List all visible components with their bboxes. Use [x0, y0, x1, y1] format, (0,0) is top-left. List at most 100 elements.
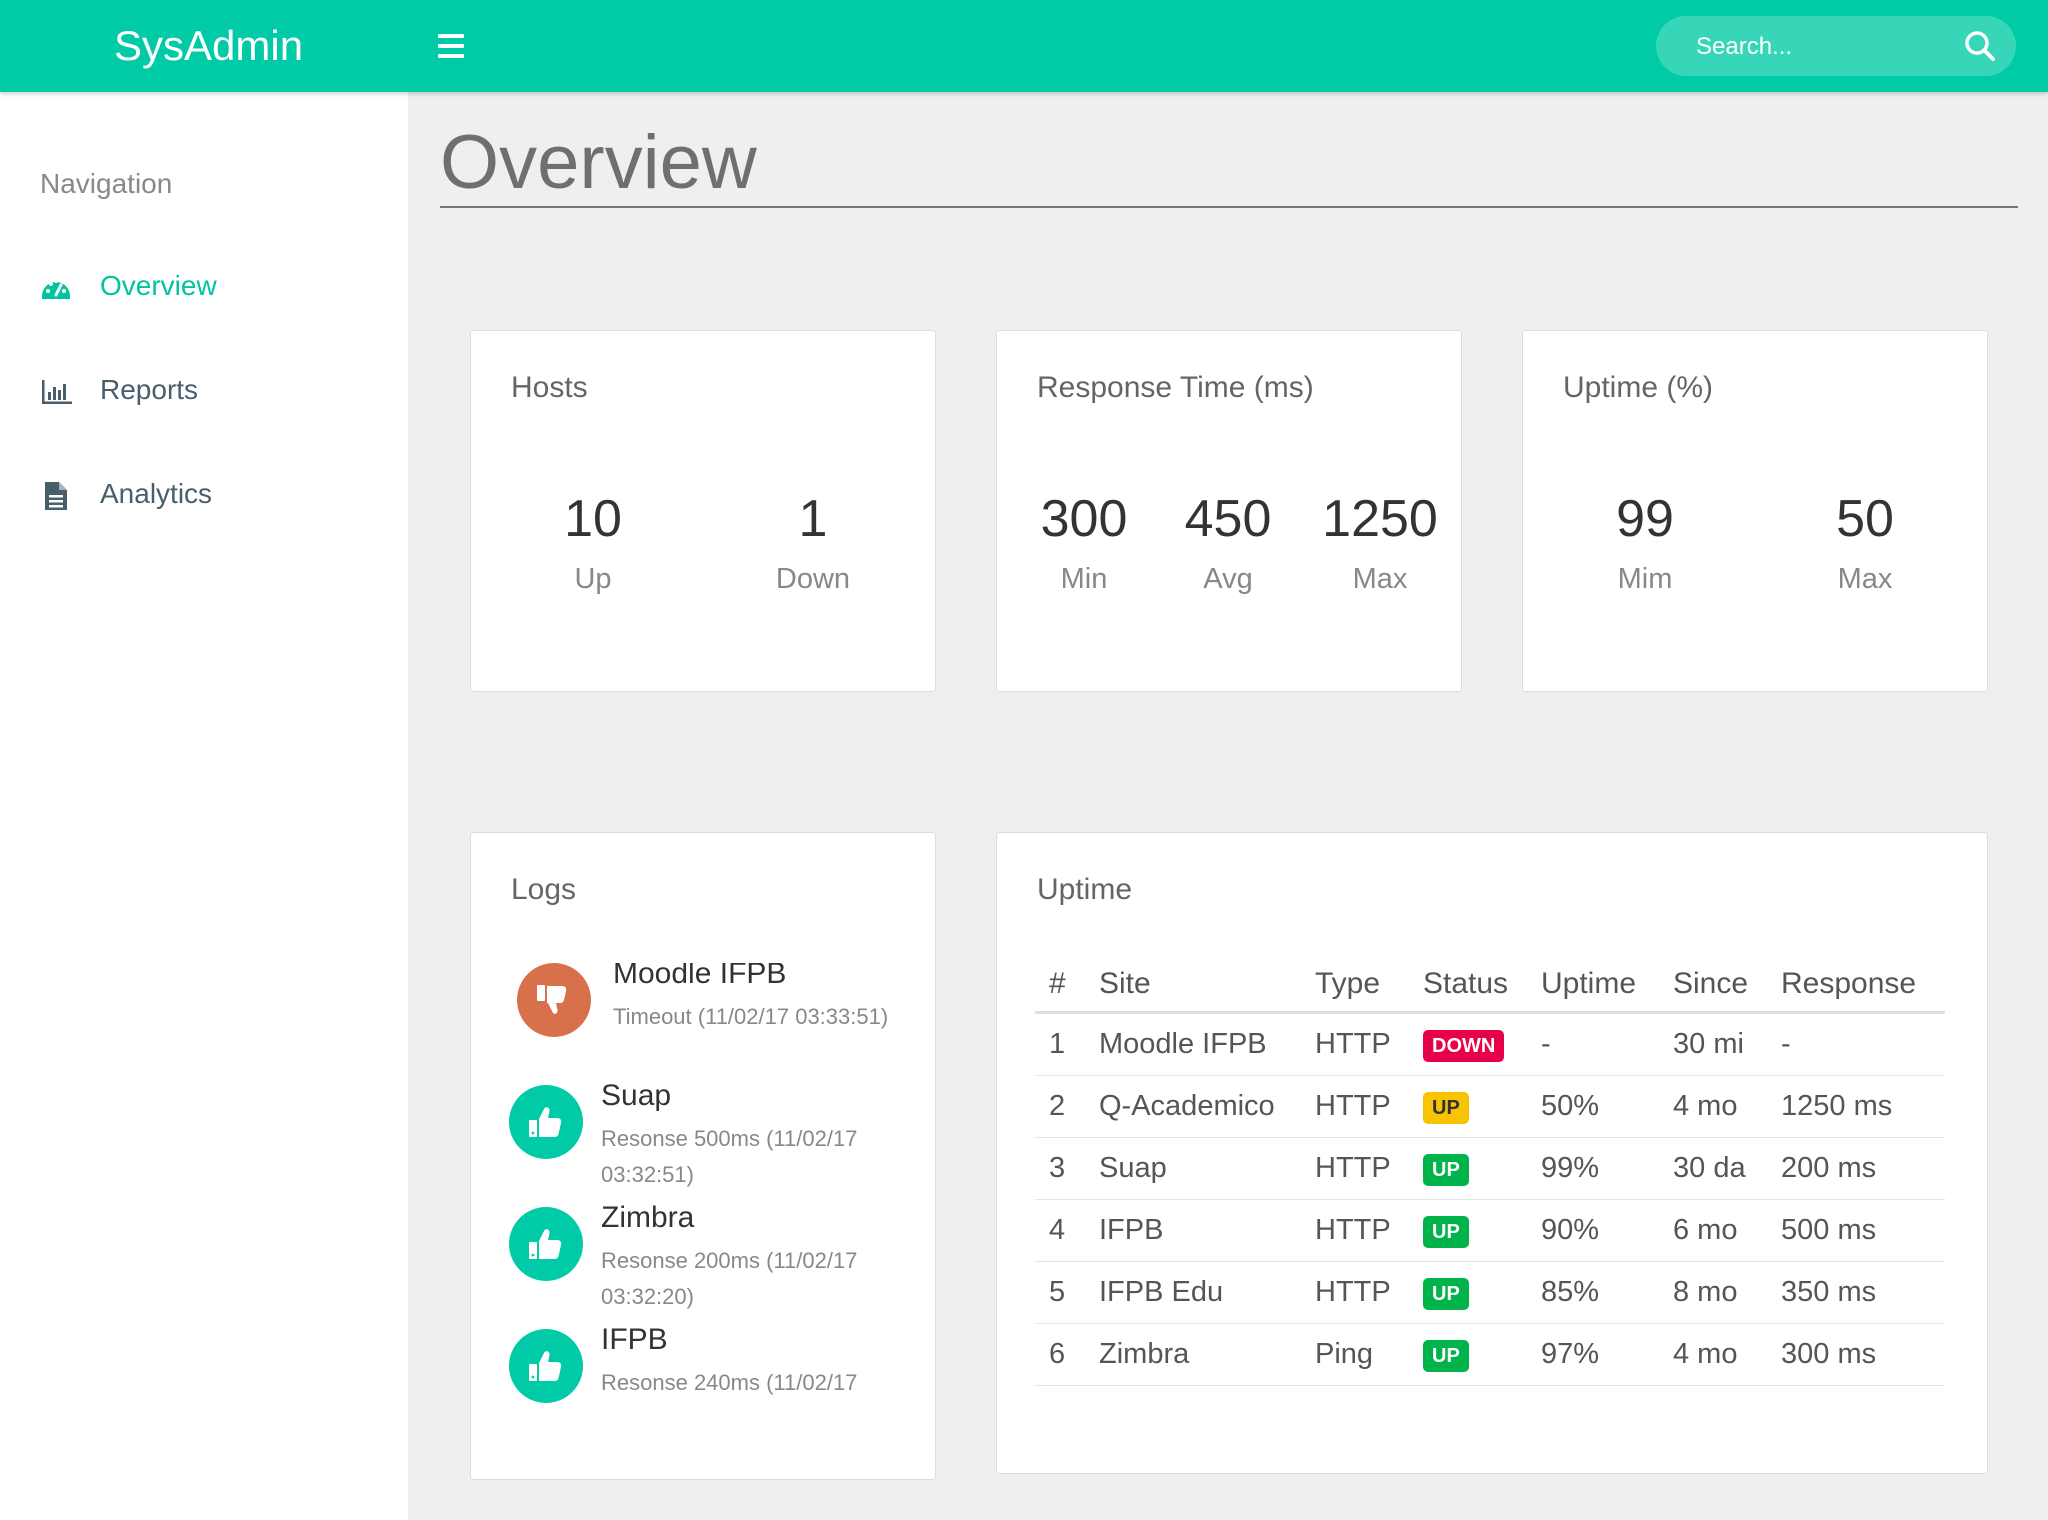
sidebar-item-label: Analytics: [100, 478, 213, 509]
column-header[interactable]: #: [1035, 967, 1085, 1014]
cell-type: HTTP: [1301, 1199, 1409, 1262]
cell-uptime: 99%: [1527, 1137, 1659, 1200]
cell-since: 30 mi: [1659, 1012, 1767, 1076]
cell-since: 4 mo: [1659, 1075, 1767, 1138]
cell-response: 1250 ms: [1767, 1075, 1945, 1138]
log-site-name: Moodle IFPB: [613, 963, 787, 990]
stat-value: 1: [798, 490, 828, 548]
stat-value: 10: [564, 490, 622, 548]
log-description: Resonse 240ms (11/02/17: [601, 1370, 858, 1395]
thumbs-down-icon: [517, 963, 591, 1037]
status-badge: UP: [1423, 1216, 1469, 1248]
status-badge: UP: [1423, 1278, 1469, 1310]
sidebar-item-reports[interactable]: Reports: [40, 370, 370, 414]
card-title: Hosts: [511, 371, 588, 404]
cell-index: 3: [1035, 1137, 1085, 1200]
cell-uptime: 97%: [1527, 1323, 1659, 1386]
column-header[interactable]: Response: [1767, 967, 1945, 1014]
stat-label: Max: [1352, 563, 1408, 595]
log-item: Zimbra Resonse 200ms (11/02/17 03:32:20): [509, 1201, 909, 1329]
column-header[interactable]: Site: [1085, 967, 1301, 1014]
stat-value: 450: [1184, 490, 1272, 548]
log-item: IFPB Resonse 240ms (11/02/17: [509, 1323, 909, 1427]
cell-site: Suap: [1085, 1137, 1301, 1200]
cell-index: 4: [1035, 1199, 1085, 1262]
cell-status: UP: [1409, 1199, 1527, 1262]
logs-list[interactable]: Moodle IFPB Timeout (11/02/17 03:33:51) …: [509, 963, 909, 1427]
log-text: Zimbra Resonse 200ms (11/02/17 03:32:20): [601, 1201, 901, 1315]
cell-response: 500 ms: [1767, 1199, 1945, 1262]
table-row[interactable]: 1 Moodle IFPB HTTP DOWN - 30 mi -: [1035, 1012, 1945, 1076]
card-title: Logs: [511, 873, 577, 906]
stat-label: Min: [1060, 563, 1108, 595]
hosts-up-stat: 10 Up: [533, 489, 653, 596]
hamburger-menu-icon[interactable]: [436, 30, 470, 62]
log-description: Resonse 200ms (11/02/17 03:32:20): [601, 1248, 858, 1309]
title-divider: [440, 206, 2018, 208]
cell-index: 2: [1035, 1075, 1085, 1138]
search-icon[interactable]: [1964, 30, 1996, 62]
cell-response: 200 ms: [1767, 1137, 1945, 1200]
sidebar-item-overview[interactable]: Overview: [40, 266, 370, 310]
logs-card: Logs Moodle IFPB Timeout (11/02/17 03:33…: [470, 832, 936, 1480]
sidebar-item-label: Overview: [100, 270, 217, 301]
column-header[interactable]: Type: [1301, 967, 1409, 1014]
cell-site: IFPB Edu: [1085, 1261, 1301, 1324]
stat-value: 99: [1616, 490, 1674, 548]
stat-value: 300: [1040, 490, 1128, 548]
search-input[interactable]: [1694, 28, 1938, 66]
table-row[interactable]: 3 Suap HTTP UP 99% 30 da 200 ms: [1035, 1137, 1945, 1200]
stat-label: Up: [574, 563, 612, 595]
cell-response: -: [1767, 1012, 1945, 1076]
brand-logo[interactable]: SysAdmin: [114, 22, 303, 70]
cell-since: 4 mo: [1659, 1323, 1767, 1386]
uptime-table: # Site Type Status Uptime Since Response…: [1035, 967, 1945, 1386]
status-badge: DOWN: [1423, 1030, 1505, 1062]
response-min-stat: 300 Min: [1019, 489, 1149, 596]
top-navbar: SysAdmin: [0, 0, 2048, 92]
log-text: Suap Resonse 500ms (11/02/17 03:32:51): [601, 1079, 901, 1193]
cell-uptime: 50%: [1527, 1075, 1659, 1138]
dashboard-gauge-icon: [40, 272, 72, 304]
stat-label: Down: [775, 563, 851, 595]
log-site-name: Suap: [601, 1079, 672, 1112]
cell-status: DOWN: [1409, 1012, 1527, 1076]
cell-status: UP: [1409, 1075, 1527, 1138]
cell-type: Ping: [1301, 1323, 1409, 1386]
cell-site: IFPB: [1085, 1199, 1301, 1262]
log-description: Timeout (11/02/17 03:33:51): [613, 1004, 889, 1029]
stat-label: Mim: [1617, 563, 1673, 595]
log-item: Moodle IFPB Timeout (11/02/17 03:33:51): [509, 963, 909, 1085]
cell-site: Q-Academico: [1085, 1075, 1301, 1138]
card-title: Uptime: [1037, 873, 1133, 906]
uptime-table-card: Uptime # Site Type Status Uptime Since R…: [996, 832, 1988, 1474]
table-row[interactable]: 6 Zimbra Ping UP 97% 4 mo 300 ms: [1035, 1323, 1945, 1386]
uptime-percent-card: Uptime (%) 99 Mim 50 Max: [1522, 330, 1988, 692]
log-text: Moodle IFPB Timeout (11/02/17 03:33:51): [613, 963, 909, 1035]
cell-uptime: 85%: [1527, 1261, 1659, 1324]
log-site-name: IFPB: [601, 1323, 668, 1356]
response-avg-stat: 450 Avg: [1163, 489, 1293, 596]
card-title: Uptime (%): [1563, 371, 1714, 404]
sidebar-item-label: Reports: [100, 374, 199, 405]
log-item: Suap Resonse 500ms (11/02/17 03:32:51): [509, 1079, 909, 1207]
cell-since: 8 mo: [1659, 1261, 1767, 1324]
column-header[interactable]: Since: [1659, 967, 1767, 1014]
column-header[interactable]: Uptime: [1527, 967, 1659, 1014]
table-row[interactable]: 2 Q-Academico HTTP UP 50% 4 mo 1250 ms: [1035, 1075, 1945, 1138]
document-icon: [40, 480, 72, 512]
status-badge: UP: [1423, 1092, 1469, 1124]
table-header-row: # Site Type Status Uptime Since Response: [1035, 967, 1945, 1014]
cell-uptime: -: [1527, 1012, 1659, 1076]
cell-status: UP: [1409, 1261, 1527, 1324]
cell-response: 350 ms: [1767, 1261, 1945, 1324]
table-row[interactable]: 4 IFPB HTTP UP 90% 6 mo 500 ms: [1035, 1199, 1945, 1262]
thumbs-up-icon: [509, 1085, 583, 1159]
sidebar-item-analytics[interactable]: Analytics: [40, 474, 370, 518]
column-header[interactable]: Status: [1409, 967, 1527, 1014]
cell-type: HTTP: [1301, 1012, 1409, 1076]
table-row[interactable]: 5 IFPB Edu HTTP UP 85% 8 mo 350 ms: [1035, 1261, 1945, 1324]
cell-site: Zimbra: [1085, 1323, 1301, 1386]
cell-status: UP: [1409, 1137, 1527, 1200]
cell-type: HTTP: [1301, 1075, 1409, 1138]
